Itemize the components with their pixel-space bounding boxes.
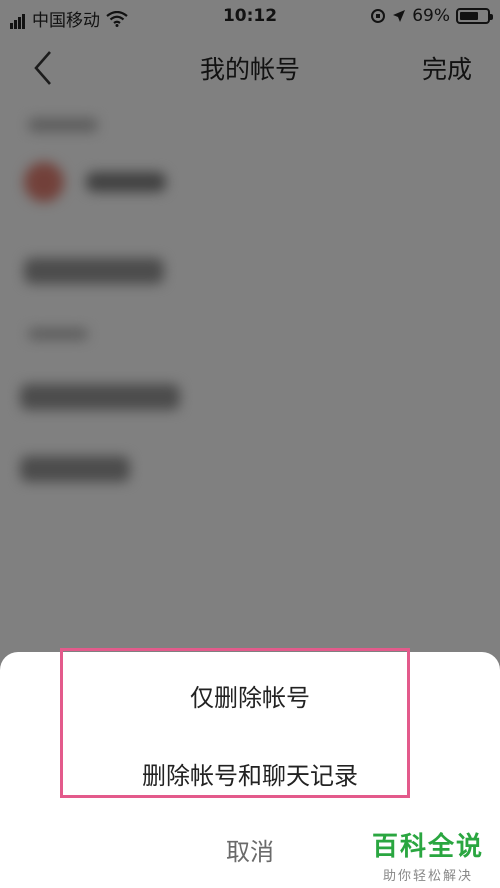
app-screen: 中国移动 10:12 69% 我的帐号 完成 仅删除帐号 删除帐号和聊天记录 取…: [0, 0, 500, 888]
watermark: 百科全说 助你轻松解决: [372, 826, 484, 884]
watermark-brand: 百科全说: [371, 832, 484, 862]
annotation-highlight-box: [60, 648, 410, 798]
watermark-slogan: 助你轻松解决: [382, 869, 473, 884]
